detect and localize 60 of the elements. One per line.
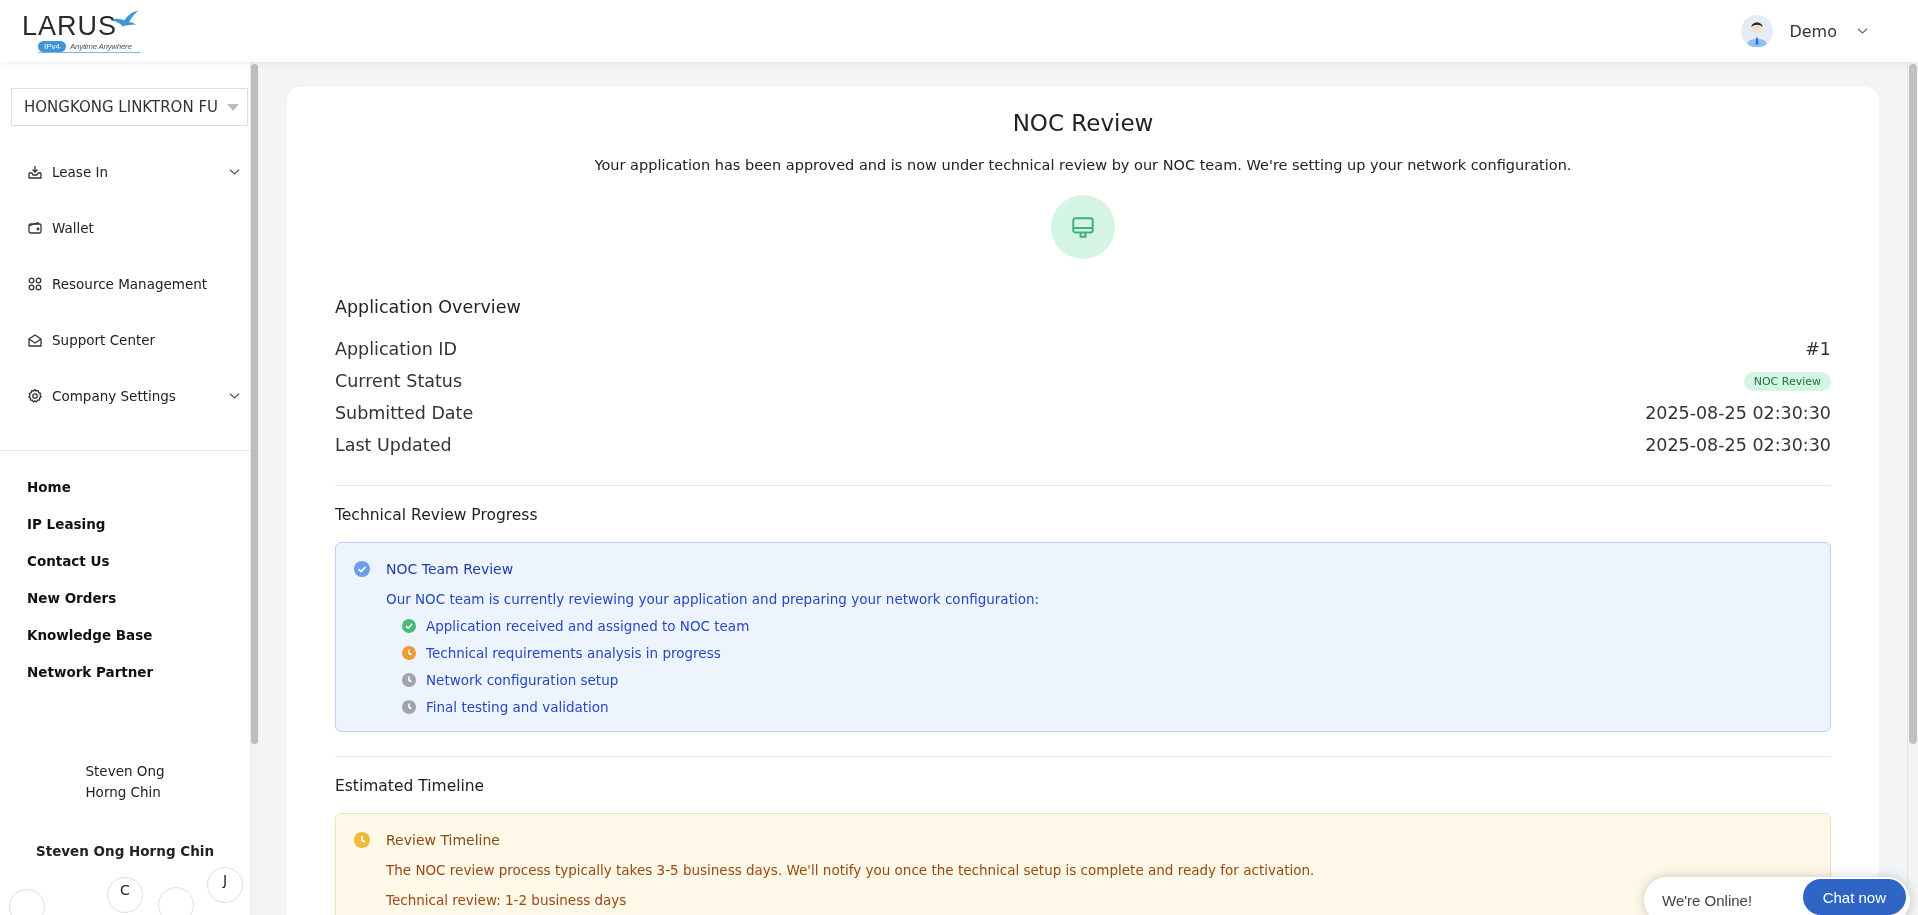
scrollbar-thumb[interactable] xyxy=(251,64,258,744)
section-heading: Estimated Timeline xyxy=(335,777,486,795)
chevron-down-icon[interactable] xyxy=(229,168,240,176)
section-heading: Application Overview xyxy=(335,297,522,317)
panel-title: Review Timeline xyxy=(386,832,500,848)
envelope-icon xyxy=(27,332,43,348)
check-circle-icon xyxy=(402,619,416,633)
section-heading: Technical Review Progress xyxy=(335,506,539,524)
page-subtitle: Your application has been approved and is now under technical review by our NOC team. We're setting up your network configuration. xyxy=(593,157,1573,173)
page-title: NOC Review xyxy=(1011,109,1155,138)
panel-description: The NOC review process typically takes 3-5 business days. We'll notify you once the technical setup is complete and ready for activation. xyxy=(386,862,1316,878)
profile-name: Steven Ong Horng Chin xyxy=(85,762,165,802)
initial-avatar[interactable]: J xyxy=(207,867,243,903)
sidebar-link[interactable]: Contact Us xyxy=(27,543,110,580)
step-label: Technical requirements analysis in progress xyxy=(426,645,721,661)
user-name[interactable]: Demo xyxy=(1789,21,1837,41)
caret-down-icon xyxy=(227,103,239,111)
sidebar-link[interactable]: Network Partner xyxy=(27,654,154,691)
field-label: Application ID xyxy=(335,339,457,359)
chat-now-button[interactable]: Chat now xyxy=(1802,879,1906,915)
check-circle-icon xyxy=(354,561,370,577)
panel-title: NOC Team Review xyxy=(386,561,514,577)
clock-icon xyxy=(402,673,416,687)
status-badge: NOC Review xyxy=(1743,371,1831,391)
menu-item[interactable]: Lease In xyxy=(11,144,248,200)
initial-avatar[interactable]: C xyxy=(107,877,143,913)
menu-item[interactable]: Company Settings xyxy=(11,368,248,424)
chat-status: We're Online! xyxy=(1662,891,1753,909)
field-value: #1 xyxy=(1805,339,1831,359)
clock-icon xyxy=(354,832,370,848)
field-label: Submitted Date xyxy=(335,403,474,423)
field-label: Current Status xyxy=(335,371,463,391)
step-label: Application received and assigned to NOC team xyxy=(426,618,750,634)
step-label: Final testing and validation xyxy=(426,699,609,715)
field-value: 2025-08-25 02:30:30 xyxy=(1645,435,1831,455)
menu-item[interactable]: Wallet xyxy=(11,200,248,256)
larus-logo[interactable]: LARUS IPv4 Anytime Anywhere xyxy=(22,9,140,53)
wallet-icon xyxy=(27,220,43,236)
inbox-tray-icon xyxy=(27,164,43,180)
menu-item[interactable]: Support Center xyxy=(11,312,248,368)
company-select[interactable]: HONGKONG LINKTRON FU xyxy=(11,88,248,126)
step-label: Network configuration setup xyxy=(426,672,619,688)
sidebar-link[interactable]: IP Leasing xyxy=(27,506,106,543)
clock-icon xyxy=(402,646,416,660)
field-value: 2025-08-25 02:30:30 xyxy=(1645,403,1831,423)
grid-icon xyxy=(27,276,43,292)
chevron-down-icon[interactable] xyxy=(1857,27,1868,35)
sidebar-link[interactable]: Home xyxy=(27,469,71,506)
sidebar-link[interactable]: New Orders xyxy=(27,580,117,617)
chevron-down-icon[interactable] xyxy=(229,392,240,400)
panel-description: Our NOC team is currently reviewing your application and preparing your network configuration: xyxy=(386,591,1041,607)
settings-icon xyxy=(27,388,43,404)
sidebar-link[interactable]: Knowledge Base xyxy=(27,617,153,654)
field-label: Last Updated xyxy=(335,435,452,455)
user-avatar-icon[interactable] xyxy=(1741,15,1774,47)
scrollbar-thumb[interactable] xyxy=(1909,64,1917,744)
profile-name: Steven Ong Horng Chin xyxy=(35,843,215,859)
menu-item[interactable]: Resource Management xyxy=(11,256,248,312)
clock-icon xyxy=(402,700,416,714)
timeline-item: Technical review: 1-2 business days xyxy=(386,892,627,908)
